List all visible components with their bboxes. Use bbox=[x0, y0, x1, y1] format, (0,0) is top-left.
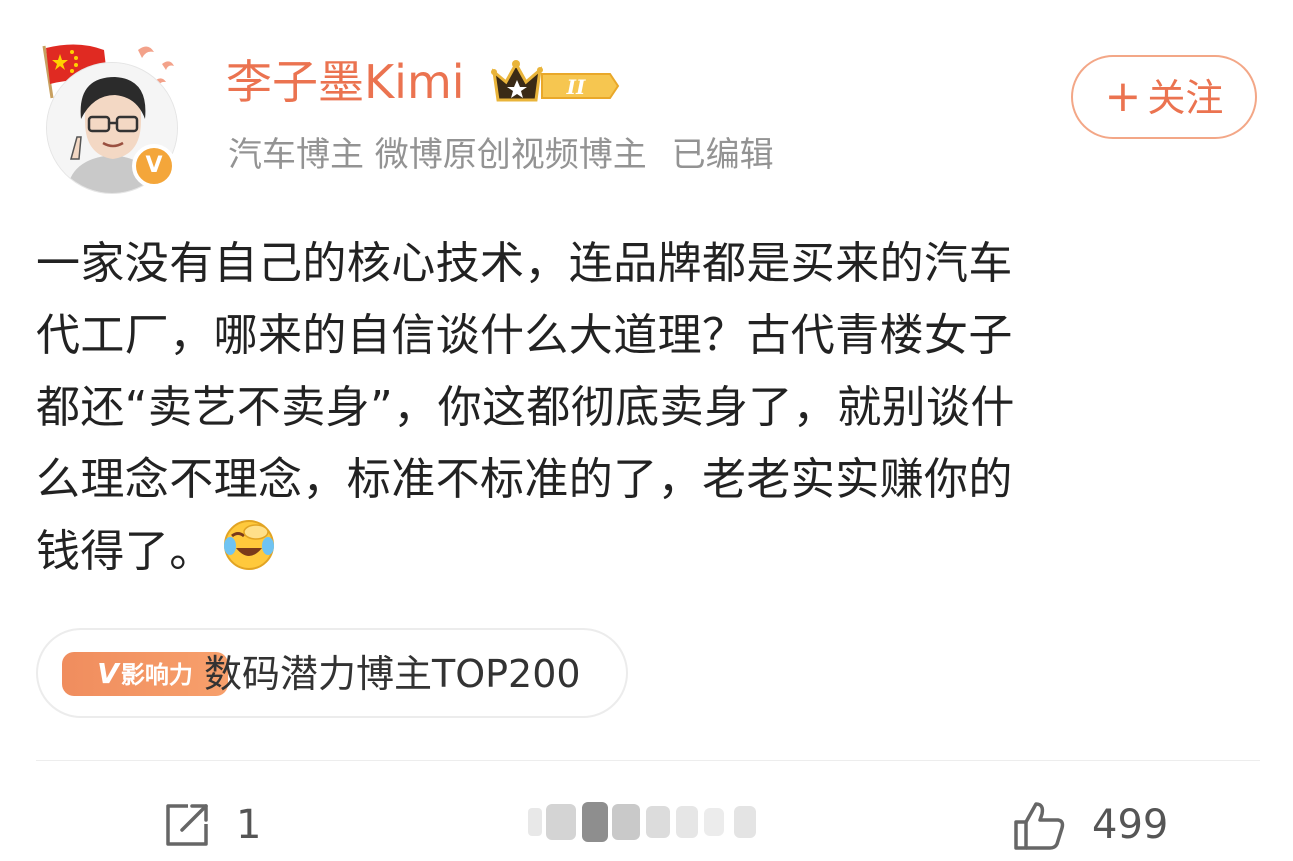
repost-icon bbox=[166, 804, 208, 846]
influence-logo-text: 影响力 bbox=[120, 661, 193, 689]
repost-button[interactable]: 1 bbox=[160, 796, 280, 856]
post-text: 一家没有自己的核心技术，连品牌都是买来的汽车 代工厂，哪来的自信谈什么大道理？古… bbox=[36, 228, 1236, 588]
influence-tag-text: 数码潜力博主TOP200 bbox=[204, 652, 581, 696]
follow-button[interactable]: + 关注 bbox=[1071, 55, 1257, 139]
repost-count: 1 bbox=[236, 802, 262, 848]
post-text-line: 钱得了。 bbox=[36, 526, 214, 577]
laugh-cry-emoji-icon bbox=[223, 520, 274, 570]
influence-tag[interactable]: V影响力 数码潜力博主TOP200 bbox=[36, 628, 628, 718]
level-badge-text: II bbox=[566, 75, 586, 99]
post-text-line: 一家没有自己的核心技术，连品牌都是买来的汽车 bbox=[36, 238, 1013, 289]
user-name[interactable]: 李子墨Kimi bbox=[226, 52, 465, 112]
post-text-line-last: 钱得了。 bbox=[36, 516, 1236, 588]
post-text-line: 么理念不理念，标准不标准的了，老老实实赚你的 bbox=[36, 454, 1013, 505]
post-text-line: 都还“卖艺不卖身”，你这都彻底卖身了，就别谈什 bbox=[36, 382, 1015, 433]
crown-badge-icon[interactable]: II bbox=[490, 58, 622, 108]
verified-icon: V bbox=[132, 144, 176, 188]
avatar-group[interactable]: V bbox=[38, 40, 188, 194]
like-count: 499 bbox=[1092, 802, 1169, 848]
like-icon bbox=[1014, 802, 1065, 850]
follow-button-label: 关注 bbox=[1147, 76, 1224, 120]
action-divider bbox=[36, 760, 1260, 761]
user-meta: 汽车博主 微博原创视频博主 已编辑 bbox=[228, 132, 774, 178]
post-text-line: 代工厂，哪来的自信谈什么大道理？古代青楼女子 bbox=[36, 310, 1013, 361]
influence-logo-v: V bbox=[97, 657, 119, 690]
like-button[interactable]: 499 bbox=[1012, 796, 1182, 856]
user-verification-info: 汽车博主 微博原创视频博主 bbox=[228, 135, 647, 175]
plus-icon: + bbox=[1104, 71, 1142, 122]
comment-button[interactable] bbox=[528, 800, 764, 844]
edited-label[interactable]: 已编辑 bbox=[672, 135, 774, 175]
